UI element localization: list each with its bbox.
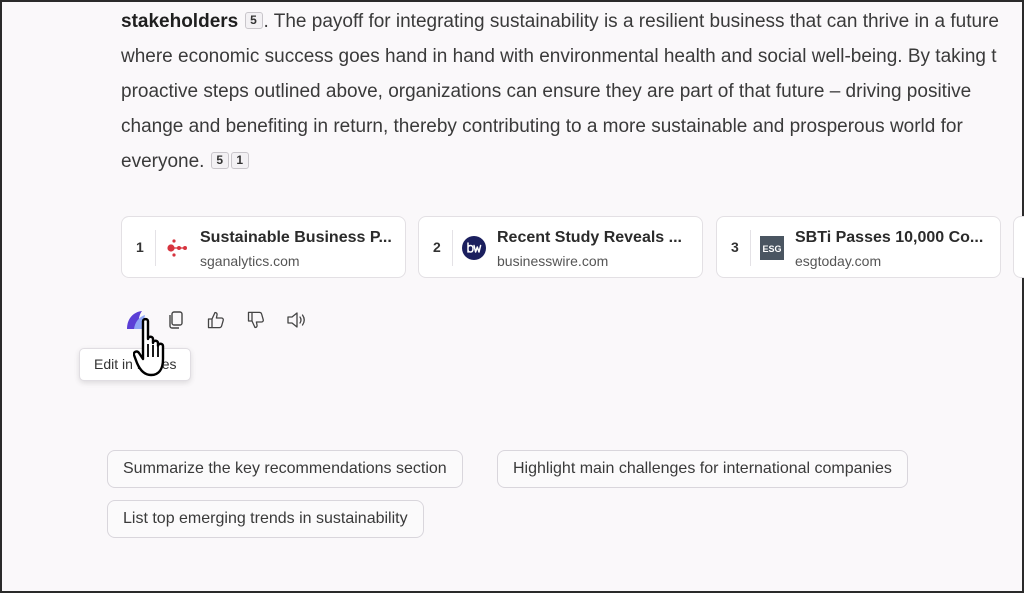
suggestion-chip[interactable]: List top emerging trends in sustainabili…: [107, 500, 424, 538]
source-domain: esgtoday.com: [795, 253, 882, 269]
answer-line-5: everyone. 51: [121, 144, 1021, 179]
source-title: SBTi Passes 10,000 Co...: [795, 229, 984, 246]
thumbs-up-button[interactable]: [204, 308, 228, 332]
divider: [750, 230, 751, 266]
answer-line-4: change and benefiting in return, thereby…: [121, 116, 963, 137]
suggestion-chip[interactable]: Summarize the key recommendations sectio…: [107, 450, 463, 488]
source-card-partial[interactable]: [1013, 216, 1024, 278]
source-title: Recent Study Reveals ...: [497, 229, 682, 246]
esg-logo-text: ESG: [762, 244, 781, 254]
thumbs-down-button[interactable]: [244, 308, 268, 332]
thumbs-up-icon: [207, 311, 224, 329]
answer-line-2: where economic success goes hand in hand…: [121, 46, 997, 67]
citation-badge[interactable]: 5: [244, 12, 263, 29]
esg-logo-icon: ESG: [760, 236, 784, 260]
answer-text-span: . The payoff for integrating sustainabil…: [263, 11, 999, 32]
source-card[interactable]: 1 Sustainable Business P... sganalytics.…: [121, 216, 406, 278]
answer-bold-term: stakeholders: [121, 11, 239, 32]
divider: [452, 230, 453, 266]
answer-text: stakeholders 5. The payoff for integrati…: [121, 4, 1021, 179]
read-aloud-icon: [287, 312, 305, 328]
divider: [155, 230, 156, 266]
thumbs-down-icon: [247, 311, 264, 329]
answer-text-span: everyone.: [121, 151, 205, 172]
read-aloud-button[interactable]: [284, 308, 308, 332]
citation-badge[interactable]: 5: [210, 152, 229, 169]
source-number: 2: [433, 239, 441, 255]
sganalytics-logo-icon: [167, 239, 187, 257]
citation-badge[interactable]: 1: [230, 152, 249, 169]
suggestion-chip[interactable]: Highlight main challenges for internatio…: [497, 450, 908, 488]
source-title: Sustainable Business P...: [200, 229, 392, 246]
source-domain: businesswire.com: [497, 253, 609, 269]
answer-line-1: stakeholders 5. The payoff for integrati…: [121, 4, 1021, 39]
source-domain: sganalytics.com: [200, 253, 300, 269]
businesswire-logo-icon: [462, 236, 486, 260]
source-number: 3: [731, 239, 739, 255]
source-card[interactable]: 2 Recent Study Reveals ... businesswire.…: [418, 216, 703, 278]
hand-pointer-cursor-icon: [133, 317, 165, 377]
source-card[interactable]: 3 ESG SBTi Passes 10,000 Co... esgtoday.…: [716, 216, 1001, 278]
source-number: 1: [136, 239, 144, 255]
answer-line-3: proactive steps outlined above, organiza…: [121, 81, 972, 102]
